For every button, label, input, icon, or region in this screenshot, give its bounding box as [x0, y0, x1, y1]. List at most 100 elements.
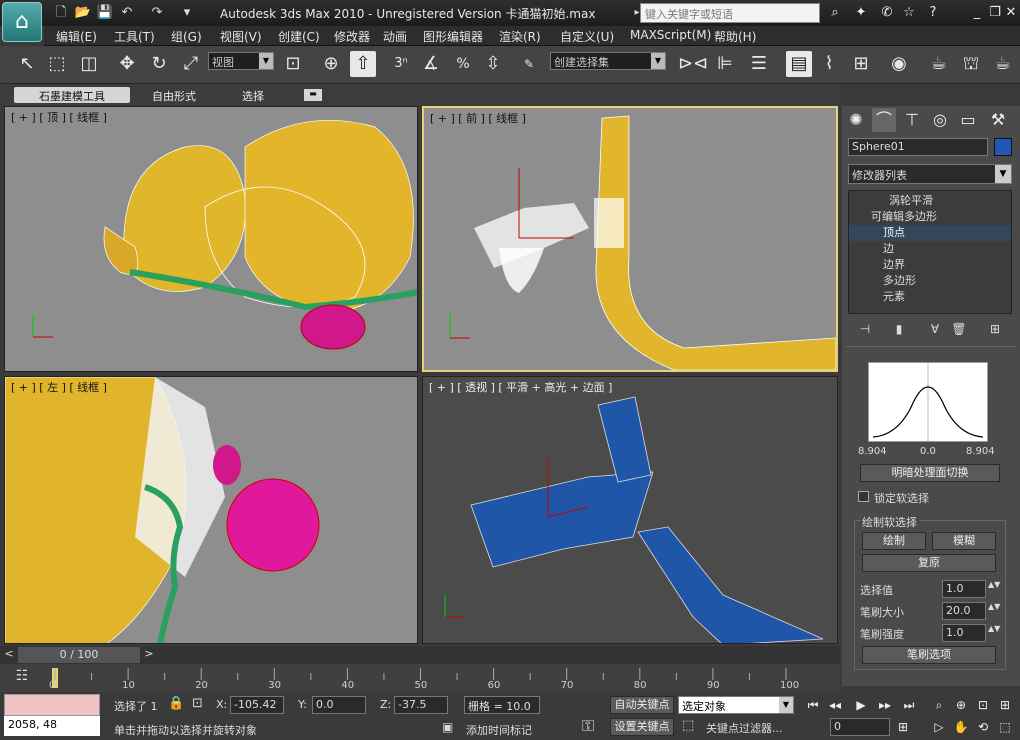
modify-panel-icon[interactable]: ⌒: [872, 108, 896, 132]
object-color-swatch[interactable]: [994, 138, 1012, 156]
favorites-star-icon[interactable]: ☆: [900, 4, 918, 22]
graphite-modeling-toggle-icon[interactable]: ▤: [786, 51, 812, 77]
angle-snap-icon[interactable]: ∡: [418, 51, 444, 77]
time-slider-prev-icon[interactable]: <: [2, 647, 16, 663]
add-time-tag[interactable]: 添加时间标记: [466, 722, 532, 738]
viewport-perspective[interactable]: [ + ] [ 透视 ] [ 平滑 + 高光 + 边面 ]: [422, 376, 838, 644]
spinner-arrows-icon[interactable]: ▲▼: [988, 602, 1000, 611]
menu-group[interactable]: 组(G): [171, 28, 202, 45]
window-crossing-icon[interactable]: ◫: [76, 51, 102, 77]
subscription-icon[interactable]: ✦: [852, 4, 870, 22]
align-icon[interactable]: ⊫: [712, 51, 738, 77]
spinner-arrows-icon[interactable]: ▲▼: [988, 624, 1000, 633]
named-selection-set-dropdown[interactable]: 创建选择集 ▼: [550, 52, 666, 70]
quick-render-icon[interactable]: ☕: [990, 51, 1016, 77]
revert-button[interactable]: 复原: [862, 554, 996, 572]
time-slider-next-icon[interactable]: >: [142, 647, 156, 663]
rect-selection-icon[interactable]: ⬚: [44, 51, 70, 77]
layer-manager-icon[interactable]: ☰: [746, 51, 772, 77]
zoom-all-icon[interactable]: ⊕: [952, 696, 970, 714]
rendered-frame-window-icon[interactable]: ⛫: [958, 51, 984, 77]
open-file-icon[interactable]: 📂: [74, 4, 92, 22]
time-config-icon[interactable]: ⊞: [894, 718, 912, 736]
select-object-icon[interactable]: ↖: [14, 51, 40, 77]
viewport-top[interactable]: [ + ] [ 顶 ] [ 线框 ]: [4, 106, 418, 372]
current-frame-field[interactable]: 0: [830, 718, 890, 736]
help-icon[interactable]: ?: [924, 4, 942, 22]
viewport-left-label[interactable]: [ + ] [ 左 ] [ 线框 ]: [11, 379, 107, 395]
select-manipulate-icon[interactable]: ⊕: [318, 51, 344, 77]
absolute-mode-icon[interactable]: ⊡: [192, 696, 203, 711]
orbit-icon[interactable]: ⟲: [974, 718, 992, 736]
display-panel-icon[interactable]: ▭: [956, 108, 980, 132]
schematic-view-icon[interactable]: ⊞: [848, 51, 874, 77]
binoculars-icon[interactable]: ⌕: [826, 4, 844, 22]
x-coordinate-field[interactable]: -105.42: [230, 696, 284, 714]
key-target-dropdown[interactable]: 选定对象 ▼: [678, 696, 794, 714]
reference-coord-dropdown[interactable]: 视图 ▼: [208, 52, 274, 70]
motion-panel-icon[interactable]: ◎: [928, 108, 952, 132]
menu-animation[interactable]: 动画: [383, 28, 407, 45]
y-coordinate-field[interactable]: 0.0: [312, 696, 366, 714]
menu-rendering[interactable]: 渲染(R): [499, 28, 541, 45]
menu-help[interactable]: 帮助(H): [714, 28, 756, 45]
render-setup-icon[interactable]: ☕: [926, 51, 952, 77]
tab-selection[interactable]: 选择: [234, 87, 272, 103]
selection-lock-icon[interactable]: 🔒: [168, 696, 184, 711]
menu-graph-editors[interactable]: 图形编辑器: [423, 28, 483, 45]
zoom-extents-icon[interactable]: ⊡: [974, 696, 992, 714]
ribbon-options-icon[interactable]: ▬: [304, 89, 322, 101]
key-filters-button[interactable]: 关键点过滤器...: [706, 720, 783, 736]
paint-button[interactable]: 绘制: [862, 532, 926, 550]
auto-key-button[interactable]: 自动关键点: [610, 696, 674, 714]
menu-create[interactable]: 创建(C): [278, 28, 320, 45]
configure-modifier-sets-icon[interactable]: ⊞: [986, 320, 1004, 338]
viewport-left[interactable]: [ + ] [ 左 ] [ 线框 ]: [4, 376, 418, 644]
close-icon[interactable]: ✕: [1002, 4, 1020, 22]
save-file-icon[interactable]: 💾: [96, 4, 114, 22]
minimize-icon[interactable]: _: [968, 4, 986, 22]
menu-customize[interactable]: 自定义(U): [560, 28, 614, 45]
curve-editor-icon[interactable]: ⌇: [816, 51, 842, 77]
zoom-icon[interactable]: ⌕: [930, 696, 948, 714]
stack-item-edge[interactable]: 边: [849, 241, 1011, 257]
snap-toggle-icon[interactable]: 3ⁿ: [388, 51, 414, 77]
key-filter-icon[interactable]: ⬚: [682, 718, 694, 733]
stack-item-vertex[interactable]: 顶点: [849, 225, 1011, 241]
object-name-field[interactable]: Sphere01: [848, 138, 988, 156]
undo-icon[interactable]: ↶: [118, 4, 136, 22]
time-tag-icon[interactable]: ▣: [442, 720, 453, 734]
goto-start-icon[interactable]: ⏮: [804, 696, 822, 714]
stack-item-turbosmooth[interactable]: 涡轮平滑: [849, 193, 1011, 209]
time-slider[interactable]: 0 / 100: [18, 647, 140, 663]
prev-frame-icon[interactable]: ◂◂: [826, 696, 844, 714]
utilities-panel-icon[interactable]: ⚒: [986, 108, 1010, 132]
viewport-front[interactable]: [ + ] [ 前 ] [ 线框 ]: [422, 106, 838, 372]
communication-icon[interactable]: ✆: [878, 4, 896, 22]
keyboard-shortcut-override-icon[interactable]: ⇧: [350, 51, 376, 77]
menu-tools[interactable]: 工具(T): [114, 28, 155, 45]
select-value-field[interactable]: 1.0: [942, 580, 986, 598]
maximize-viewport-icon[interactable]: ⬚: [996, 718, 1014, 736]
viewport-perspective-label[interactable]: [ + ] [ 透视 ] [ 平滑 + 高光 + 边面 ]: [429, 379, 612, 395]
stack-item-element[interactable]: 元素: [849, 289, 1011, 305]
redo-icon[interactable]: ↷: [148, 4, 166, 22]
menu-maxscript[interactable]: MAXScript(M): [630, 28, 711, 42]
zoom-extents-all-icon[interactable]: ⊞: [996, 696, 1014, 714]
blur-button[interactable]: 模糊: [932, 532, 996, 550]
viewport-top-label[interactable]: [ + ] [ 顶 ] [ 线框 ]: [11, 109, 107, 125]
stack-item-polygon[interactable]: 多边形: [849, 273, 1011, 289]
edit-named-selection-icon[interactable]: ✎: [516, 51, 542, 77]
modifier-list-dropdown[interactable]: 修改器列表 ▼: [848, 164, 1012, 184]
next-frame-icon[interactable]: ▸▸: [876, 696, 894, 714]
pin-stack-icon[interactable]: ⊣: [856, 320, 874, 338]
percent-snap-icon[interactable]: %: [450, 51, 476, 77]
remove-modifier-icon[interactable]: 🗑: [950, 320, 968, 338]
scale-icon[interactable]: ⤢: [178, 51, 204, 77]
lock-soft-selection-checkbox[interactable]: [858, 491, 869, 502]
rotate-icon[interactable]: ↻: [146, 51, 172, 77]
brush-strength-field[interactable]: 1.0: [942, 624, 986, 642]
show-end-result-icon[interactable]: ▮: [890, 320, 908, 338]
hierarchy-panel-icon[interactable]: ⊤: [900, 108, 924, 132]
z-coordinate-field[interactable]: -37.5: [394, 696, 448, 714]
